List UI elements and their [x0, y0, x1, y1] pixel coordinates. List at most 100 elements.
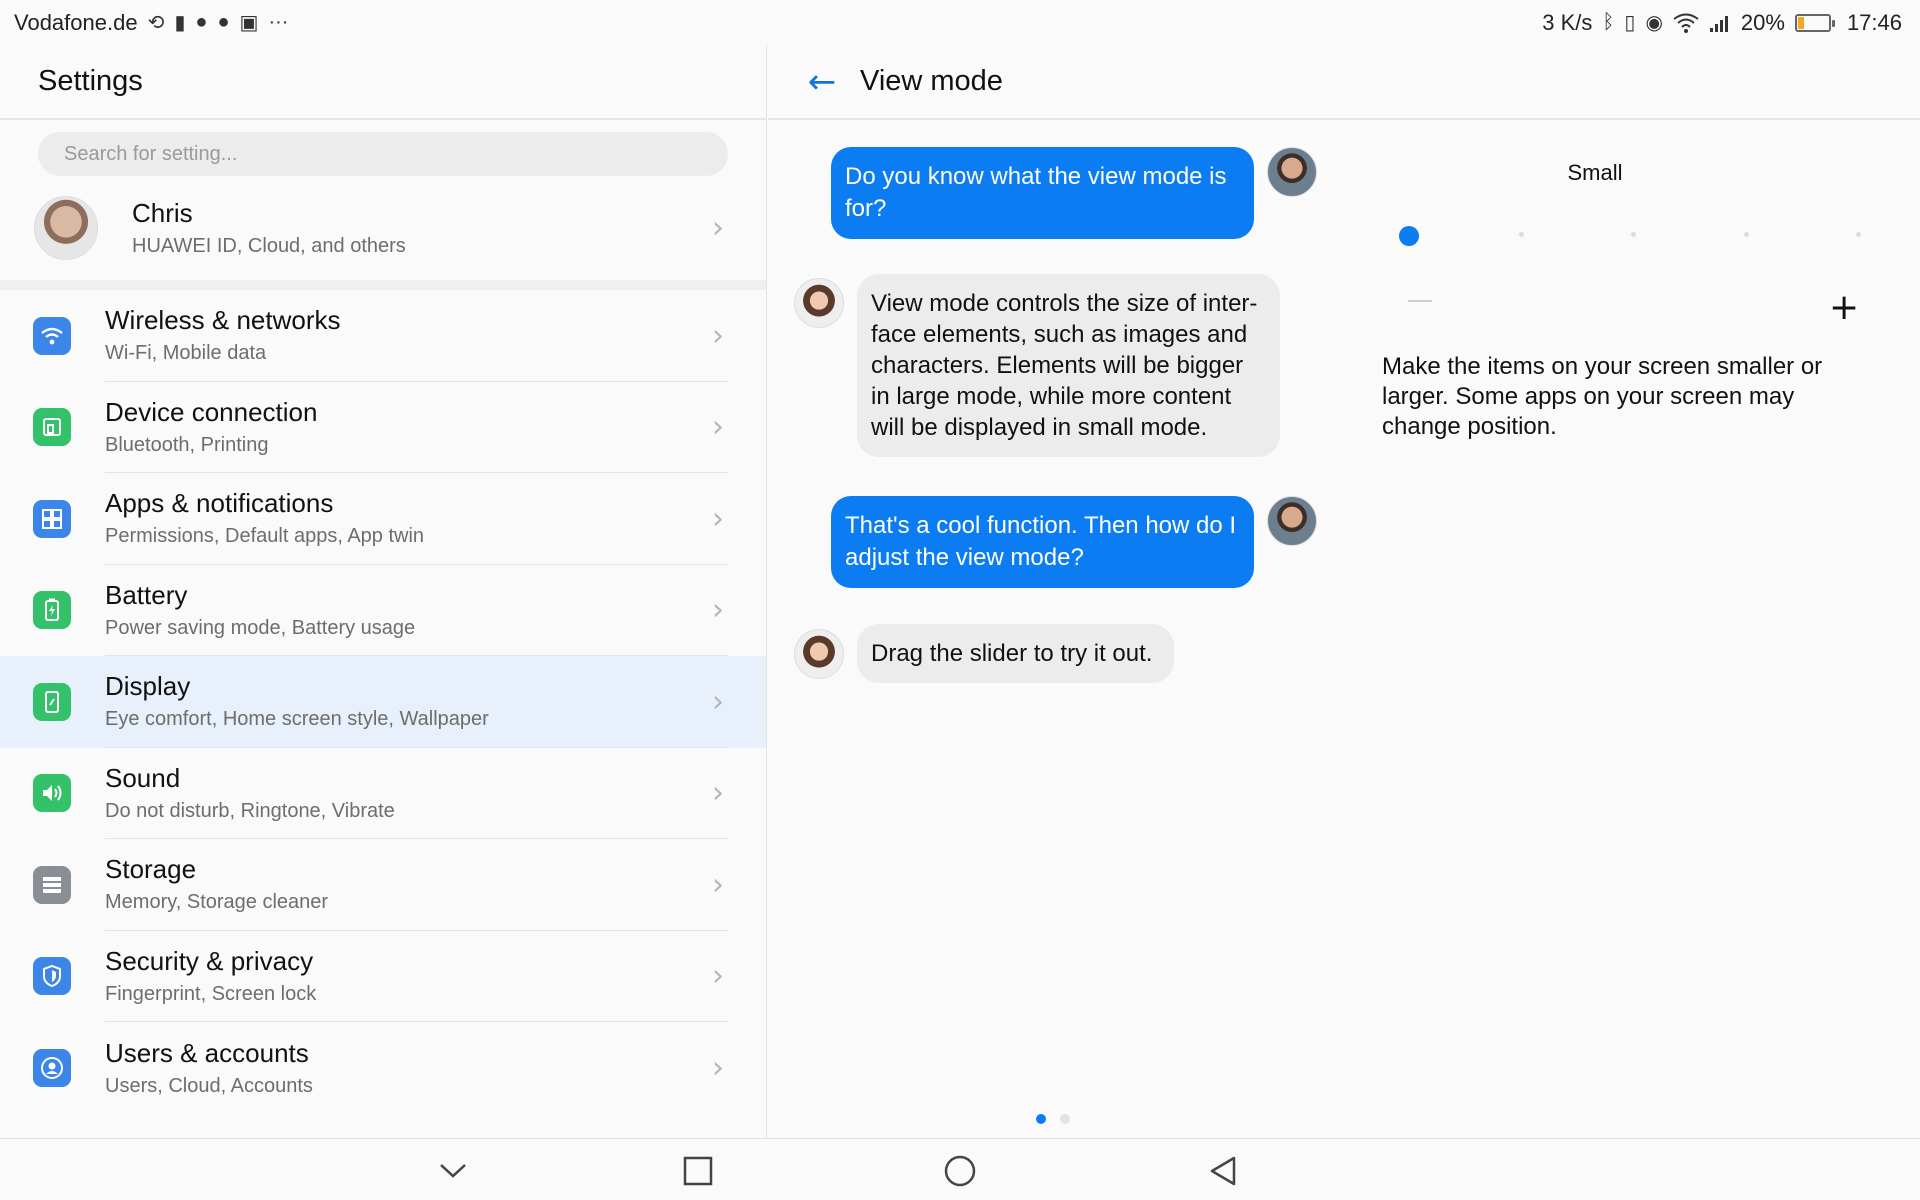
settings-item-wifi[interactable]: Wireless & networks Wi-Fi, Mobile data ›	[0, 290, 766, 382]
settings-item-battery[interactable]: Battery Power saving mode, Battery usage ›	[0, 565, 766, 656]
home-icon[interactable]	[938, 1149, 982, 1193]
plus-icon[interactable]: +	[1829, 290, 1859, 326]
settings-item-title: Wireless & networks	[105, 305, 341, 336]
chat-bubble-user: Do you know what the view mode is for?	[831, 147, 1254, 239]
shield-icon	[33, 957, 71, 996]
account-row[interactable]: Chris HUAWEI ID, Cloud, and others ›	[0, 176, 766, 280]
section-divider	[0, 280, 766, 290]
signal-icon	[1709, 13, 1731, 33]
bluetooth-icon: ᛒ	[1602, 11, 1615, 33]
chevron-right-icon: ›	[712, 775, 724, 811]
wifi-status-icon	[1673, 13, 1699, 33]
settings-item-subtitle: Eye comfort, Home screen style, Wallpape…	[105, 708, 489, 731]
chevron-down-icon[interactable]	[431, 1149, 475, 1193]
settings-item-subtitle: Bluetooth, Printing	[105, 433, 269, 456]
chevron-right-icon: ›	[712, 867, 724, 903]
settings-item-subtitle: Memory, Storage cleaner	[105, 891, 329, 914]
settings-item-subtitle: Power saving mode, Battery usage	[105, 616, 416, 639]
settings-item-text: Battery Power saving mode, Battery usage	[105, 565, 728, 656]
page-dot	[1060, 1114, 1070, 1124]
sim-icon: ▮	[174, 12, 186, 34]
avatar	[794, 278, 844, 328]
wifi-icon	[33, 316, 71, 355]
storage-icon	[33, 865, 71, 904]
settings-item-sound[interactable]: Sound Do not disturb, Ringtone, Vibrate ›	[0, 748, 766, 839]
chevron-right-icon: ›	[712, 501, 724, 537]
status-left: Vodafone.de ⟲ ▮ ● ● ▣ ···	[14, 10, 288, 36]
view-mode-slider[interactable]	[1399, 225, 1861, 246]
settings-item-text: Users & accounts Users, Cloud, Accounts	[105, 1022, 728, 1114]
settings-item-text: Storage Memory, Storage cleaner	[105, 839, 728, 931]
user-icon	[33, 1048, 71, 1087]
settings-item-apps[interactable]: Apps & notifications Permissions, Default…	[0, 473, 766, 565]
chat-bubble-assistant: View mode controls the size of inter-fac…	[857, 274, 1280, 457]
device-connection-icon	[33, 408, 71, 447]
settings-item-text: Device connection Bluetooth, Printing	[105, 382, 728, 473]
recents-icon[interactable]	[676, 1149, 720, 1193]
settings-item-title: Sound	[105, 762, 181, 793]
settings-item-user[interactable]: Users & accounts Users, Cloud, Accounts ›	[0, 1022, 766, 1114]
chevron-right-icon: ›	[712, 592, 724, 628]
rotate-lock-icon: ⟲	[147, 12, 165, 34]
view-mode-header: ← View mode	[768, 45, 1920, 120]
settings-item-subtitle: Fingerprint, Screen lock	[105, 982, 317, 1005]
back-arrow-icon[interactable]: ←	[800, 60, 844, 104]
chevron-right-icon: ›	[712, 684, 724, 720]
minus-icon[interactable]	[1408, 300, 1432, 302]
settings-item-subtitle: Users, Cloud, Accounts	[105, 1074, 313, 1097]
chevron-right-icon: ›	[712, 958, 724, 994]
settings-item-device-connection[interactable]: Device connection Bluetooth, Printing ›	[0, 382, 766, 473]
settings-item-text: Display Eye comfort, Home screen style, W…	[105, 656, 728, 748]
account-subtitle: HUAWEI ID, Cloud, and others	[132, 235, 406, 257]
chevron-right-icon: ›	[712, 1050, 724, 1086]
slider-thumb[interactable]	[1399, 226, 1419, 246]
carrier-name: Vodafone.de	[14, 9, 138, 35]
back-icon[interactable]	[1201, 1149, 1245, 1193]
status-bar: Vodafone.de ⟲ ▮ ● ● ▣ ··· 3 K/s ᛒ ▯ ◉ 20…	[0, 0, 1920, 45]
settings-item-title: Storage	[105, 854, 197, 885]
settings-item-title: Device connection	[105, 396, 318, 427]
avatar	[1267, 496, 1317, 546]
display-icon	[33, 682, 71, 721]
search-input[interactable]: Search for setting...	[38, 132, 728, 176]
battery-icon	[33, 591, 71, 630]
slider-step[interactable]	[1743, 232, 1749, 237]
chevron-right-icon: ›	[712, 318, 724, 354]
settings-item-subtitle: Wi-Fi, Mobile data	[105, 342, 267, 365]
avatar	[794, 629, 844, 679]
avatar	[34, 196, 98, 260]
more-icon: ···	[268, 11, 289, 33]
settings-item-text: Wireless & networks Wi-Fi, Mobile data	[105, 290, 728, 382]
avatar	[1267, 147, 1317, 197]
notification-icon: ●	[195, 11, 208, 33]
page-title: Settings	[0, 45, 766, 120]
settings-item-display[interactable]: Display Eye comfort, Home screen style, W…	[0, 656, 766, 748]
settings-item-text: Sound Do not disturb, Ringtone, Vibrate	[105, 748, 728, 839]
settings-item-title: Display	[105, 671, 191, 702]
page-dot	[1036, 1114, 1046, 1124]
view-mode-title: View mode	[860, 65, 1003, 97]
settings-item-shield[interactable]: Security & privacy Fingerprint, Screen lo…	[0, 931, 766, 1022]
status-right: 3 K/s ᛒ ▯ ◉ 20% 17:46	[1542, 10, 1902, 36]
slider-step[interactable]	[1631, 232, 1636, 237]
settings-item-title: Users & accounts	[105, 1037, 309, 1068]
settings-item-title: Apps & notifications	[105, 488, 334, 519]
settings-item-subtitle: Permissions, Default apps, App twin	[105, 525, 425, 548]
network-speed: 3 K/s	[1542, 9, 1593, 35]
battery-percent: 20%	[1740, 9, 1785, 35]
chat-bubble-assistant: Drag the slider to try it out.	[857, 624, 1175, 683]
notification-icon: ●	[217, 11, 230, 33]
settings-item-storage[interactable]: Storage Memory, Storage cleaner ›	[0, 839, 766, 931]
clock: 17:46	[1846, 9, 1902, 35]
battery-status-icon	[1794, 13, 1835, 32]
slider-step[interactable]	[1856, 232, 1861, 237]
navigation-bar	[0, 1138, 1920, 1200]
settings-item-title: Battery	[105, 579, 188, 610]
apps-icon	[33, 499, 71, 538]
size-label: Small	[1567, 160, 1623, 185]
slider-step[interactable]	[1518, 232, 1524, 237]
chevron-right-icon: ›	[712, 409, 724, 445]
settings-item-title: Security & privacy	[105, 945, 314, 976]
settings-item-text: Apps & notifications Permissions, Default…	[105, 473, 728, 565]
chat-bubble-user: That's a cool function. Then how do I ad…	[831, 496, 1254, 588]
